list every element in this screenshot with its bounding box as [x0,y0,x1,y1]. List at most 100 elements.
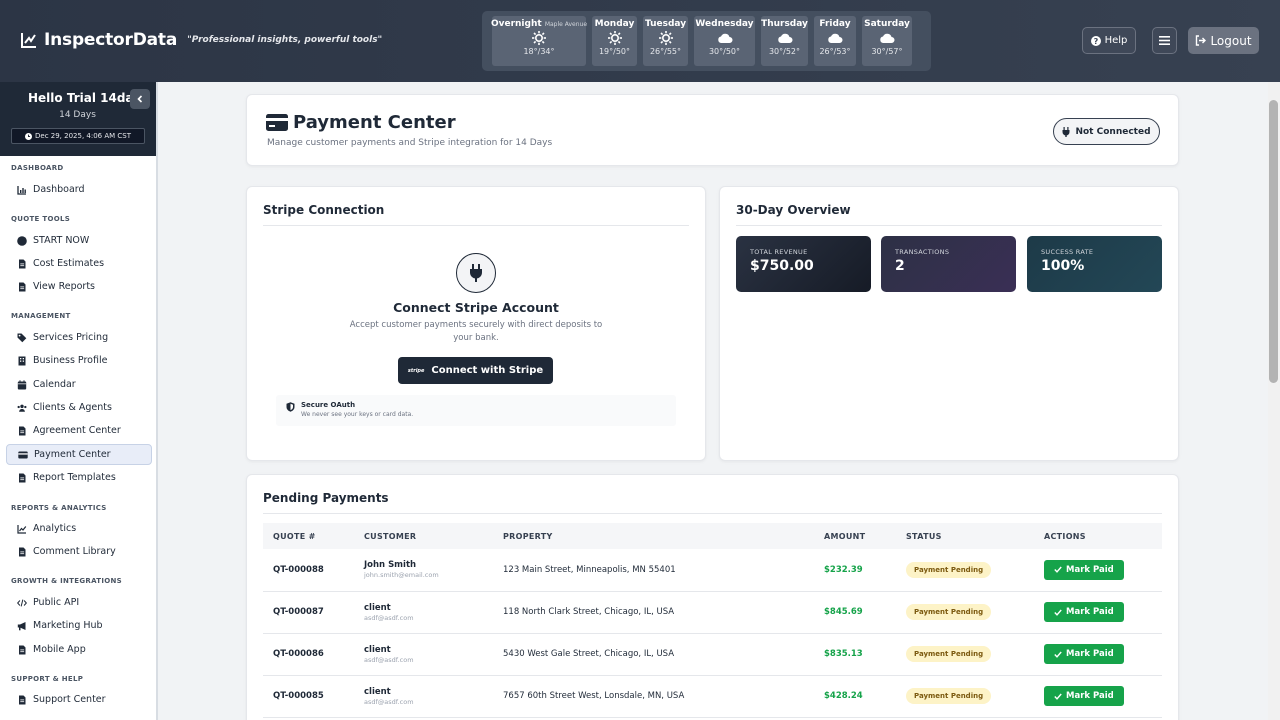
stat-value: 100% [1041,258,1085,274]
actions-cell: Mark Paid [1034,675,1162,718]
brand-name: InspectorData [44,30,178,50]
cloud-icon [777,30,793,46]
weather-day-name: Overnight [490,19,542,29]
connect-stripe-description: Accept customer payments securely with d… [349,320,603,343]
quote-number: QT-000085 [263,675,354,718]
building-icon [18,356,26,365]
sidebar-item-calendar[interactable]: Calendar [6,374,152,395]
sidebar-item-agreement-center[interactable]: Agreement Center [6,420,152,441]
sidebar-item-support-center[interactable]: Support Center [6,689,152,710]
secure-oauth-notice: Secure OAuth We never see your keys or c… [276,395,676,426]
mark-paid-button[interactable]: Mark Paid [1044,686,1124,706]
divider [263,225,689,226]
sidebar-item-label: Payment Center [34,449,111,460]
connection-status-badge[interactable]: Not Connected [1053,118,1160,145]
sidebar-item-mobile-app[interactable]: Mobile App [6,639,152,660]
weather-day: Monday 19°/50° [592,16,637,66]
pending-payments-title: Pending Payments [263,491,389,505]
check-icon [1054,693,1062,700]
circle-icon [17,235,27,246]
stat-label: SUCCESS RATE [1041,248,1094,256]
check-icon [1054,651,1062,658]
document-icon [19,259,26,268]
sun-icon [532,30,546,46]
table-row: QT-000086 client asdf@asdf.com 5430 West … [263,633,1162,676]
brand[interactable]: InspectorData "Professional insights, po… [20,30,382,50]
sidebar-item-analytics[interactable]: Analytics [6,518,152,539]
customer-cell: client asdf@asdf.com [354,675,493,718]
status-cell: Payment Pending [896,549,1034,592]
sidebar-item-payment-center[interactable]: Payment Center [6,444,152,465]
document-icon [19,695,26,704]
status-cell: Payment Pending [896,675,1034,718]
status-badge: Payment Pending [906,688,992,704]
calendar-icon [17,379,27,389]
sidebar-item-label: Public API [33,597,80,608]
overview-card-title: 30-Day Overview [736,203,851,217]
quote-number: QT-000088 [263,549,354,592]
mark-paid-label: Mark Paid [1066,649,1114,659]
weather-temp: 18°/34° [523,47,555,56]
sidebar-item-marketing-hub[interactable]: Marketing Hub [6,615,152,636]
hamburger-icon [1159,36,1170,45]
customer-email: asdf@asdf.com [364,655,414,664]
menu-button[interactable] [1152,27,1177,54]
sidebar-item-label: Report Templates [33,472,116,483]
page-header-card: Payment Center Manage customer payments … [246,94,1179,166]
date-time-text: Dec 29, 2025, 4:06 AM CST [35,132,131,140]
customer-name: client [364,602,391,613]
amount: $232.39 [814,549,896,592]
weather-temp: 30°/52° [768,47,801,56]
actions-cell: Mark Paid [1034,549,1162,592]
sidebar-item-comment-library[interactable]: Comment Library [6,541,152,562]
sidebar-item-report-templates[interactable]: Report Templates [6,467,152,488]
sidebar-item-cost-estimates[interactable]: Cost Estimates [6,253,152,274]
stat-label: TOTAL REVENUE [750,248,808,256]
top-bar: InspectorData "Professional insights, po… [0,0,1280,82]
collapse-sidebar-button[interactable] [130,89,150,109]
stat-label: TRANSACTIONS [895,248,950,256]
stripe-logo: stripe [407,367,425,374]
sidebar-item-view-reports[interactable]: View Reports [6,276,152,297]
sidebar-item-services-pricing[interactable]: Services Pricing [6,327,152,348]
mark-paid-button[interactable]: Mark Paid [1044,644,1124,664]
greeting: Hello Trial 14day! [28,91,147,105]
secure-oauth-subtitle: We never see your keys or card data. [301,411,414,418]
code-icon [17,599,27,606]
customer-name: John Smith [364,560,417,571]
check-icon [1054,566,1062,574]
section-reports-analytics: REPORTS & ANALYTICS [11,504,107,512]
customer-cell: John Smith john.smith@email.com [354,549,493,592]
secure-oauth-title: Secure OAuth [301,401,356,409]
weather-day: Thursday 30°/52° [761,16,808,66]
help-button[interactable]: ? Help [1082,27,1136,54]
customer-cell: client asdf@asdf.com [354,591,493,634]
amount: $428.24 [814,675,896,718]
scrollbar-thumb[interactable] [1269,100,1278,383]
section-management: MANAGEMENT [11,312,71,320]
sidebar-item-clients-agents[interactable]: Clients & Agents [6,397,152,418]
sidebar-item-start-now[interactable]: START NOW [6,230,152,251]
column-header: AMOUNT [814,523,896,549]
question-circle-icon: ? [1090,35,1101,46]
pending-payments-card: Pending Payments QUOTE # CUSTOMER PROPER… [246,474,1179,720]
chevron-left-icon [137,95,143,103]
sidebar-item-business-profile[interactable]: Business Profile [6,350,152,371]
logout-button[interactable]: Logout [1188,27,1259,54]
sidebar-item-public-api[interactable]: Public API [6,592,152,613]
overview-card: 30-Day Overview TOTAL REVENUE $750.00 TR… [719,186,1179,461]
mark-paid-button[interactable]: Mark Paid [1044,602,1124,622]
sidebar-item-label: Services Pricing [33,332,109,343]
connect-with-stripe-button[interactable]: stripe Connect with Stripe [398,357,553,384]
stat-total-revenue: TOTAL REVENUE $750.00 [736,236,871,292]
sidebar-item-label: Clients & Agents [33,402,112,413]
table-header-row: QUOTE # CUSTOMER PROPERTY AMOUNT STATUS … [263,523,1162,549]
weather-temp: 26°/53° [819,47,851,56]
sidebar-item-dashboard[interactable]: Dashboard [6,179,152,200]
customer-email: john.smith@email.com [364,571,439,580]
property-address: 123 Main Street, Minneapolis, MN 55401 [493,549,814,592]
customer-name: client [364,644,391,655]
column-header: QUOTE # [263,523,354,549]
weather-widget: Overnight Maple Avenue 18°/34° Monday 19… [482,11,931,71]
mark-paid-button[interactable]: Mark Paid [1044,559,1124,580]
